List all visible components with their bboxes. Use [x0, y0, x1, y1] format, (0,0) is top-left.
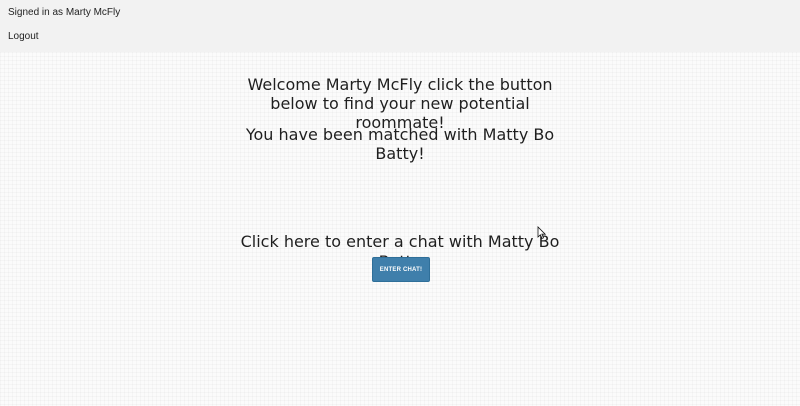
signed-in-text: Signed in as Marty McFly	[8, 7, 121, 18]
top-bar: Signed in as Marty McFly Logout	[0, 0, 800, 53]
logout-link[interactable]: Logout	[8, 31, 39, 42]
enter-chat-button[interactable]: Enter Chat!	[372, 257, 430, 282]
main-content: Welcome Marty McFly click the button bel…	[0, 52, 800, 406]
mouse-pointer-icon	[537, 226, 547, 240]
match-message: You have been matched with Matty Bo Batt…	[245, 125, 555, 163]
welcome-message: Welcome Marty McFly click the button bel…	[247, 75, 553, 132]
